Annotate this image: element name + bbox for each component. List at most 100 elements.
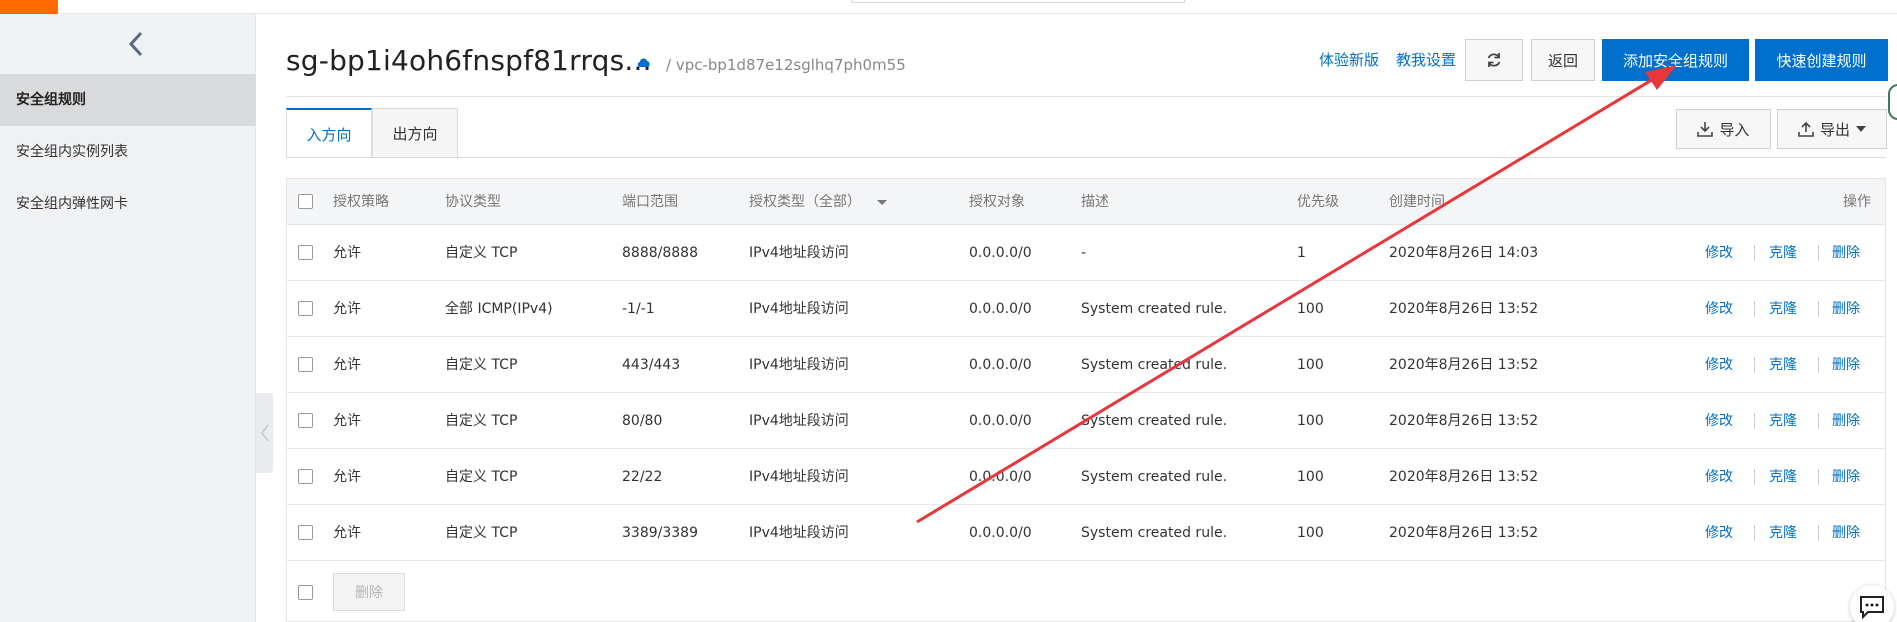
ops-separator — [1754, 469, 1755, 485]
quick-create-button[interactable]: 快速创建规则 — [1755, 39, 1888, 81]
cell-port: 8888/8888 — [622, 245, 698, 261]
cell-target: 0.0.0.0/0 — [969, 469, 1032, 485]
row-checkbox[interactable] — [298, 525, 313, 540]
row-checkbox[interactable] — [298, 245, 313, 260]
cell-priority: 100 — [1297, 525, 1324, 541]
caret-down-icon — [1856, 126, 1866, 132]
delete-link[interactable]: 删除 — [1832, 337, 1860, 393]
export-label: 导出 — [1819, 120, 1850, 139]
sidebar-item-eni[interactable]: 安全组内弹性网卡 — [0, 178, 256, 230]
cell-auth-type: IPv4地址段访问 — [749, 469, 849, 485]
tab-inbound[interactable]: 入方向 — [286, 108, 372, 158]
cell-auth-type: IPv4地址段访问 — [749, 357, 849, 373]
cell-priority: 100 — [1297, 413, 1324, 429]
col-target: 授权对象 — [969, 194, 1025, 210]
sidebar-collapse-handle[interactable] — [256, 393, 273, 473]
sidebar-item-rules[interactable]: 安全组规则 — [0, 74, 256, 126]
back-chevron-icon[interactable] — [124, 28, 148, 60]
new-version-link[interactable]: 体验新版 — [1319, 49, 1379, 70]
edge-widget-icon[interactable] — [1888, 84, 1897, 120]
table-row: 允许 自定义 TCP 3389/3389 IPv4地址段访问 0.0.0.0/0 Syst… — [287, 505, 1885, 561]
cell-priority: 100 — [1297, 469, 1324, 485]
edit-link[interactable]: 修改 — [1705, 225, 1733, 281]
refresh-button[interactable] — [1465, 39, 1523, 81]
clone-link[interactable]: 克隆 — [1769, 225, 1797, 281]
back-button[interactable]: 返回 — [1531, 39, 1595, 81]
cell-auth-type: IPv4地址段访问 — [749, 301, 849, 317]
clone-link[interactable]: 克隆 — [1769, 337, 1797, 393]
cell-port: 443/443 — [622, 357, 681, 373]
cell-priority: 100 — [1297, 301, 1324, 317]
import-icon — [1697, 122, 1714, 137]
row-checkbox[interactable] — [298, 413, 313, 428]
col-ops: 操作 — [1843, 194, 1871, 210]
cell-target: 0.0.0.0/0 — [969, 245, 1032, 261]
ops-separator — [1754, 301, 1755, 317]
cell-created: 2020年8月26日 13:52 — [1389, 301, 1539, 317]
ops-separator — [1818, 413, 1819, 429]
sidebar: 安全组规则 安全组内实例列表 安全组内弹性网卡 — [0, 14, 256, 622]
sidebar-item-instances[interactable]: 安全组内实例列表 — [0, 126, 256, 178]
import-button[interactable]: 导入 — [1676, 109, 1771, 149]
edit-link[interactable]: 修改 — [1705, 393, 1733, 449]
brand-logo[interactable] — [0, 0, 58, 14]
row-checkbox[interactable] — [298, 357, 313, 372]
ops-separator — [1818, 469, 1819, 485]
cell-port: 80/80 — [622, 413, 663, 429]
table-row: 允许 自定义 TCP 443/443 IPv4地址段访问 0.0.0.0/0 System… — [287, 337, 1885, 393]
clone-link[interactable]: 克隆 — [1769, 393, 1797, 449]
cell-target: 0.0.0.0/0 — [969, 525, 1032, 541]
ops-separator — [1754, 245, 1755, 261]
delete-link[interactable]: 删除 — [1832, 393, 1860, 449]
top-search-box[interactable] — [851, 0, 1185, 3]
col-auth-type[interactable]: 授权类型（全部） — [749, 179, 861, 225]
top-bar — [0, 0, 1897, 14]
cell-protocol: 全部 ICMP(IPv4) — [445, 301, 553, 317]
auth-type-filter-icon[interactable] — [877, 179, 887, 225]
cell-policy: 允许 — [333, 525, 361, 541]
edit-link[interactable]: 修改 — [1705, 505, 1733, 561]
row-checkbox[interactable] — [298, 301, 313, 316]
cell-auth-type: IPv4地址段访问 — [749, 413, 849, 429]
cell-port: -1/-1 — [622, 301, 655, 317]
footer-select-checkbox[interactable] — [298, 585, 313, 600]
delete-link[interactable]: 删除 — [1832, 449, 1860, 505]
cell-auth-type: IPv4地址段访问 — [749, 525, 849, 541]
select-all-checkbox[interactable] — [298, 194, 313, 209]
cloud-icon — [636, 56, 652, 70]
tab-outbound[interactable]: 出方向 — [372, 108, 458, 158]
batch-delete-button[interactable]: 删除 — [333, 573, 405, 611]
cell-port: 3389/3389 — [622, 525, 698, 541]
cell-priority: 1 — [1297, 245, 1306, 261]
add-rule-button[interactable]: 添加安全组规则 — [1602, 39, 1749, 81]
clone-link[interactable]: 克隆 — [1769, 449, 1797, 505]
clone-link[interactable]: 克隆 — [1769, 281, 1797, 337]
edit-link[interactable]: 修改 — [1705, 337, 1733, 393]
ops-separator — [1754, 357, 1755, 373]
cell-policy: 允许 — [333, 357, 361, 373]
cell-protocol: 自定义 TCP — [445, 357, 518, 373]
cell-desc: System created rule. — [1081, 413, 1228, 429]
col-protocol: 协议类型 — [445, 194, 501, 210]
cell-protocol: 自定义 TCP — [445, 245, 518, 261]
ops-separator — [1754, 525, 1755, 541]
tutorial-link[interactable]: 教我设置 — [1396, 49, 1456, 70]
cell-target: 0.0.0.0/0 — [969, 357, 1032, 373]
cell-target: 0.0.0.0/0 — [969, 301, 1032, 317]
export-button[interactable]: 导出 — [1777, 109, 1887, 149]
export-icon — [1798, 121, 1814, 137]
cell-created: 2020年8月26日 13:52 — [1389, 525, 1539, 541]
delete-link[interactable]: 删除 — [1832, 281, 1860, 337]
edit-link[interactable]: 修改 — [1705, 449, 1733, 505]
chat-icon[interactable] — [1850, 585, 1894, 622]
edit-link[interactable]: 修改 — [1705, 281, 1733, 337]
delete-link[interactable]: 删除 — [1832, 505, 1860, 561]
cell-policy: 允许 — [333, 301, 361, 317]
row-checkbox[interactable] — [298, 469, 313, 484]
col-desc: 描述 — [1081, 194, 1109, 210]
col-created: 创建时间 — [1389, 194, 1445, 210]
vpc-breadcrumb[interactable]: / vpc-bp1d87e12sglhq7ph0m55 — [666, 56, 906, 74]
cell-desc: System created rule. — [1081, 525, 1228, 541]
clone-link[interactable]: 克隆 — [1769, 505, 1797, 561]
delete-link[interactable]: 删除 — [1832, 225, 1860, 281]
